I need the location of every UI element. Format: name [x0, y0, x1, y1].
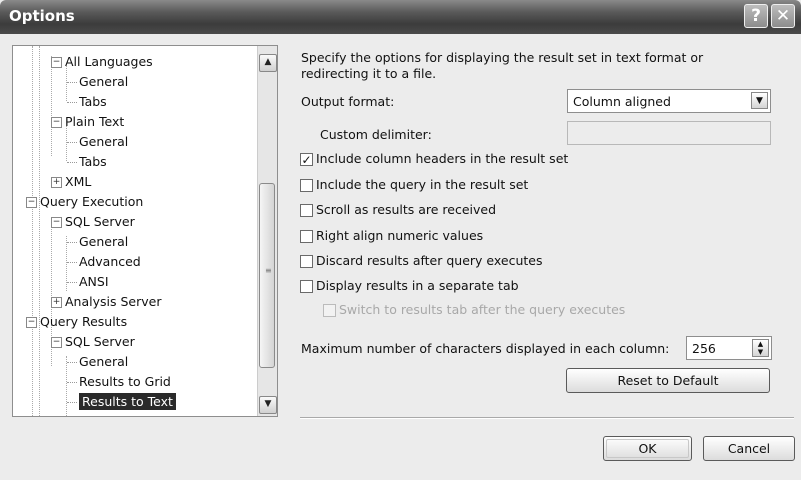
ok-label: OK	[606, 439, 689, 458]
include-query-checkbox[interactable]: Include the query in the result set	[300, 177, 528, 195]
options-dialog: Options ? ✕ − All Languages General Tabs …	[0, 0, 801, 480]
max-chars-label: Maximum number of characters displayed i…	[301, 341, 670, 356]
tree-item-general[interactable]: General	[67, 232, 128, 252]
scroll-thumb[interactable]: ≡	[259, 183, 275, 368]
custom-delimiter-label: Custom delimiter:	[320, 127, 432, 142]
tree-item-results-to-grid[interactable]: Results to Grid	[67, 372, 171, 392]
separate-tab-checkbox[interactable]: Display results in a separate tab	[300, 278, 519, 296]
right-align-checkbox[interactable]: Right align numeric values	[300, 228, 483, 246]
scroll-results-checkbox[interactable]: Scroll as results are received	[300, 202, 496, 220]
max-chars-value: 256	[692, 341, 716, 356]
reset-to-default-button[interactable]: Reset to Default	[566, 368, 770, 393]
divider	[300, 417, 794, 419]
output-format-label: Output format:	[301, 94, 395, 109]
tree-item-xml[interactable]: + XML	[51, 172, 91, 192]
collapse-icon[interactable]: −	[26, 317, 37, 328]
switch-tab-checkbox[interactable]: Switch to results tab after the query ex…	[323, 302, 625, 320]
collapse-icon[interactable]: −	[51, 337, 62, 348]
panel-description: Specify the options for displaying the r…	[301, 50, 704, 81]
options-tree[interactable]: − All Languages General Tabs − Plain Text …	[12, 45, 278, 417]
tree-item-tabs[interactable]: Tabs	[67, 152, 107, 172]
include-headers-checkbox[interactable]: ✓ Include column headers in the result se…	[300, 151, 568, 169]
max-chars-stepper[interactable]: 256 ▲ ▼	[686, 336, 772, 360]
tree-item-query-execution[interactable]: − Query Execution	[26, 192, 143, 212]
expand-icon[interactable]: +	[51, 177, 62, 188]
scroll-up-icon[interactable]: ▲	[259, 54, 277, 72]
tree-item-sql-server[interactable]: − SQL Server	[51, 332, 135, 352]
tree-item-tabs[interactable]: Tabs	[67, 92, 107, 112]
tree-item-general[interactable]: General	[67, 352, 128, 372]
window-title: Options	[9, 7, 75, 25]
tree-item-all-languages[interactable]: − All Languages	[51, 52, 153, 72]
tree-item-analysis-server[interactable]: + Analysis Server	[51, 292, 161, 312]
tree-item-ansi[interactable]: ANSI	[67, 272, 109, 292]
tree-item-query-results[interactable]: − Query Results	[26, 312, 127, 332]
collapse-icon[interactable]: −	[51, 117, 62, 128]
expand-icon[interactable]: +	[51, 297, 62, 308]
tree-item-plain-text[interactable]: − Plain Text	[51, 112, 124, 132]
tree-item-results-to-text[interactable]: Results to Text	[67, 392, 176, 412]
close-button[interactable]: ✕	[771, 4, 795, 28]
collapse-icon[interactable]: −	[26, 197, 37, 208]
title-bar[interactable]: Options ? ✕	[0, 0, 801, 34]
tree-item-advanced[interactable]: Advanced	[67, 252, 141, 272]
output-format-select[interactable]: Column aligned ▼	[567, 89, 771, 113]
custom-delimiter-input[interactable]	[567, 121, 771, 145]
spin-arrows-icon[interactable]: ▲ ▼	[752, 339, 769, 357]
ok-button[interactable]: OK	[603, 436, 692, 461]
discard-results-checkbox[interactable]: Discard results after query executes	[300, 253, 543, 271]
chevron-down-icon[interactable]: ▼	[751, 92, 768, 109]
tree-item-general[interactable]: General	[67, 132, 128, 152]
scroll-down-icon[interactable]: ▼	[259, 396, 277, 414]
help-button[interactable]: ?	[744, 4, 768, 28]
collapse-icon[interactable]: −	[51, 57, 62, 68]
cancel-button[interactable]: Cancel	[703, 436, 795, 461]
output-format-value: Column aligned	[573, 94, 671, 109]
collapse-icon[interactable]: −	[51, 217, 62, 228]
check-icon[interactable]: ✓	[300, 153, 313, 166]
tree-item-general[interactable]: General	[67, 72, 128, 92]
tree-item-sql-server[interactable]: − SQL Server	[51, 212, 135, 232]
tree-scrollbar[interactable]: ▲ ≡ ▼	[257, 46, 277, 416]
